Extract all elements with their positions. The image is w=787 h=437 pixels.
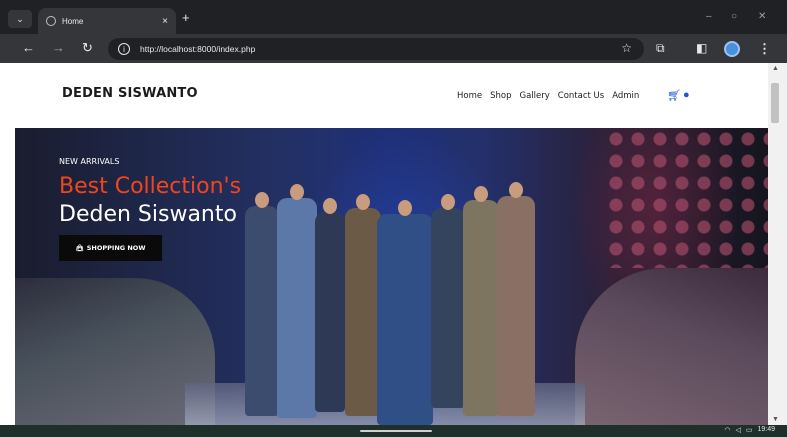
volume-icon[interactable]: ◁ xyxy=(735,426,740,434)
nav-gallery[interactable]: Gallery xyxy=(520,91,550,101)
star-icon[interactable]: ☆ xyxy=(621,41,632,55)
minimize-icon[interactable]: – xyxy=(706,11,712,22)
hero-headline: Deden Siswanto xyxy=(59,202,237,227)
runway-model xyxy=(315,198,345,412)
runway-model xyxy=(431,194,465,408)
browser-tabbar: ⌄ Home × + – ○ ✕ xyxy=(0,0,787,34)
sidepanel-icon[interactable]: ◧ xyxy=(696,42,707,55)
forward-icon[interactable]: → xyxy=(52,41,65,55)
reload-icon[interactable]: ↻ xyxy=(82,41,93,55)
clock[interactable]: 19:49 xyxy=(757,426,775,434)
runway-model xyxy=(345,194,381,416)
runway-model xyxy=(277,184,317,418)
site-header: DEDEN SISWANTO Home Shop Gallery Contact… xyxy=(15,63,768,128)
tab-close-icon[interactable]: × xyxy=(162,16,168,27)
globe-icon xyxy=(46,16,56,26)
audience-right xyxy=(575,268,768,425)
back-icon[interactable]: ← xyxy=(22,41,35,55)
hero-banner: NEW ARRIVALS Best Collection's Deden Sis… xyxy=(15,128,768,425)
new-tab-icon[interactable]: + xyxy=(182,10,190,25)
shopping-bag-icon: 👜︎ xyxy=(75,244,84,252)
page-scrollbar[interactable]: ▲ ▼ xyxy=(768,63,787,425)
cart-icon[interactable]: 🛒︎ xyxy=(667,89,681,102)
shopping-now-button[interactable]: 👜︎ SHOPPING NOW xyxy=(59,235,162,261)
hero-headline-accent: Best Collection's xyxy=(59,174,242,199)
backdrop-lights xyxy=(605,128,768,268)
browser-toolbar: ← → ↻ i http://localhost:8000/index.php … xyxy=(0,34,787,63)
nav-shop[interactable]: Shop xyxy=(490,91,511,101)
nav-contact-us[interactable]: Contact Us xyxy=(558,91,604,101)
os-taskbar: ◠ ◁ ▭ 19:49 xyxy=(0,425,787,437)
maximize-icon[interactable]: ○ xyxy=(731,11,737,22)
extensions-icon[interactable]: ⧉ xyxy=(656,42,665,55)
url-text[interactable]: http://localhost:8000/index.php xyxy=(140,44,255,54)
scroll-up-icon[interactable]: ▲ xyxy=(772,65,779,72)
wifi-icon[interactable]: ◠ xyxy=(724,426,730,434)
tab-title: Home xyxy=(62,16,84,26)
system-tray: ◠ ◁ ▭ 19:49 xyxy=(724,426,775,434)
runway-model xyxy=(497,182,535,416)
runway-model xyxy=(377,200,433,425)
website-viewport: DEDEN SISWANTO Home Shop Gallery Contact… xyxy=(15,63,768,425)
tab-switcher-icon[interactable]: ⌄ xyxy=(8,10,32,28)
address-bar[interactable]: i http://localhost:8000/index.php ☆ xyxy=(108,38,644,60)
site-logo[interactable]: DEDEN SISWANTO xyxy=(62,86,198,101)
scroll-thumb[interactable] xyxy=(771,83,779,123)
browser-tab[interactable]: Home × xyxy=(38,8,176,34)
info-icon[interactable]: i xyxy=(118,43,130,55)
main-nav: Home Shop Gallery Contact Us Admin xyxy=(457,91,639,101)
close-window-icon[interactable]: ✕ xyxy=(758,11,766,22)
home-handle[interactable] xyxy=(360,430,432,432)
menu-icon[interactable]: ⋮ xyxy=(758,41,771,57)
nav-home[interactable]: Home xyxy=(457,91,482,101)
scroll-down-icon[interactable]: ▼ xyxy=(772,416,779,423)
hero-eyebrow: NEW ARRIVALS xyxy=(59,157,120,166)
user-icon[interactable]: ● xyxy=(683,89,690,101)
nav-admin[interactable]: Admin xyxy=(612,91,639,101)
shopping-now-label: SHOPPING NOW xyxy=(86,244,146,252)
runway-model xyxy=(463,186,499,416)
profile-icon[interactable] xyxy=(724,41,740,57)
runway-model xyxy=(245,192,279,416)
battery-icon[interactable]: ▭ xyxy=(746,426,753,434)
